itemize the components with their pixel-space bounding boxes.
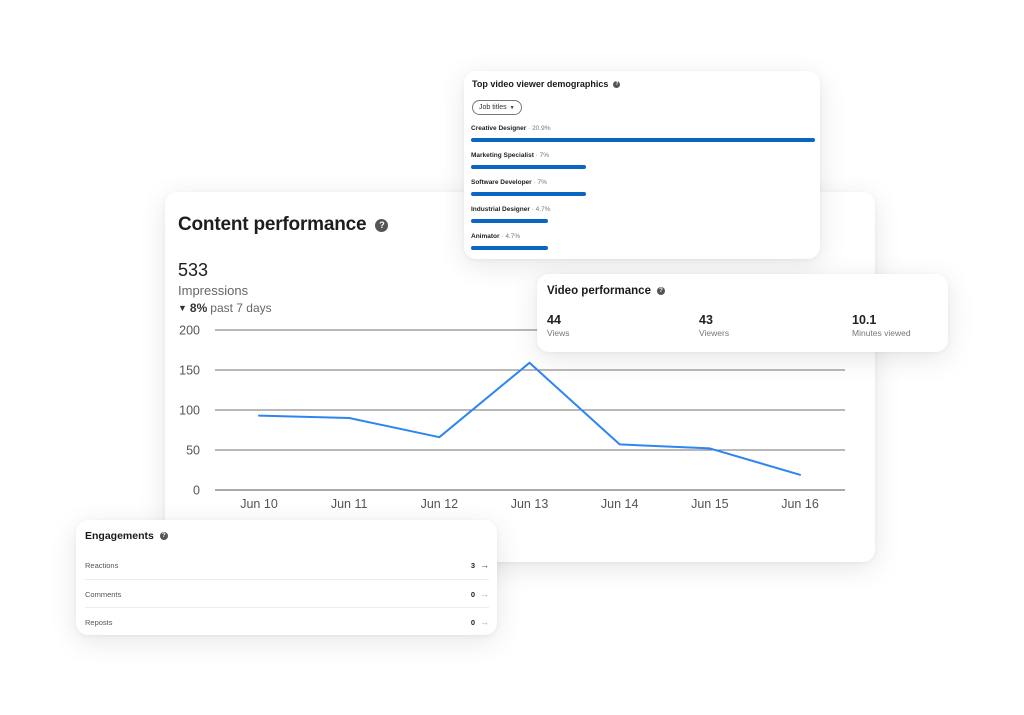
comments-row[interactable]: Comments 0 → xyxy=(85,579,489,608)
demographic-name: Marketing Specialist xyxy=(471,152,534,159)
demographic-label: Animator · 4.7% xyxy=(471,233,816,240)
x-tick-label: Jun 11 xyxy=(331,497,368,511)
y-tick-label: 150 xyxy=(179,364,200,378)
demographic-row: Animator · 4.7% xyxy=(471,233,816,250)
x-tick-label: Jun 16 xyxy=(781,497,819,511)
engagements-card: Engagements ? Reactions 3 → Comments 0 →… xyxy=(76,520,497,635)
y-tick-label: 100 xyxy=(179,404,200,418)
x-tick-label: Jun 14 xyxy=(601,497,639,511)
x-tick-label: Jun 15 xyxy=(691,497,729,511)
video-performance-card: Video performance ? 44 Views 43 Viewers … xyxy=(537,274,948,352)
demographic-name: Animator xyxy=(471,233,500,240)
demographic-label: Creative Designer · 20.9% xyxy=(471,125,816,132)
demographic-label: Software Developer · 7% xyxy=(471,179,816,186)
demographics-title: Top video viewer demographics xyxy=(472,79,609,89)
demographic-name: Creative Designer xyxy=(471,125,527,132)
demographic-label: Marketing Specialist · 7% xyxy=(471,152,816,159)
demographic-percent: 4.7% xyxy=(505,233,521,240)
reposts-count: 0 xyxy=(470,617,475,627)
arrow-right-icon[interactable]: → xyxy=(480,560,489,570)
views-stat: 44 Views xyxy=(547,313,570,338)
comments-count: 0 xyxy=(470,589,475,599)
arrow-right-icon[interactable]: → xyxy=(480,589,489,599)
comments-label: Comments xyxy=(85,589,122,599)
viewers-label: Viewers xyxy=(699,328,730,338)
viewers-stat: 43 Viewers xyxy=(699,313,729,338)
demographic-percent: 20.9% xyxy=(532,125,551,132)
demographic-bar xyxy=(471,138,815,142)
demographic-row: Software Developer · 7% xyxy=(471,179,816,196)
reposts-row[interactable]: Reposts 0 → xyxy=(85,607,489,636)
video-performance-header: Video performance ? xyxy=(547,285,665,297)
demographic-percent: 7% xyxy=(537,179,547,186)
x-tick-label: Jun 10 xyxy=(240,497,278,511)
demographic-row: Industrial Designer · 4.7% xyxy=(471,206,816,223)
views-label: Views xyxy=(547,328,570,338)
reactions-count: 3 xyxy=(470,560,475,570)
help-circle-icon[interactable]: ? xyxy=(159,532,168,540)
demographic-row: Creative Designer · 20.9% xyxy=(471,125,816,142)
help-circle-icon[interactable]: ? xyxy=(656,287,665,295)
demographic-percent: 4.7% xyxy=(535,206,551,213)
demographic-bar xyxy=(471,165,587,169)
demographics-header: Top video viewer demographics ? xyxy=(472,79,621,89)
y-tick-label: 50 xyxy=(186,444,200,458)
help-circle-icon[interactable]: ? xyxy=(613,80,621,88)
reactions-row[interactable]: Reactions 3 → xyxy=(85,551,489,579)
video-performance-title: Video performance xyxy=(547,285,651,297)
reactions-count-group: 3 → xyxy=(471,560,489,570)
demographic-bar xyxy=(471,192,587,196)
minutes-viewed-stat: 10.1 Minutes viewed xyxy=(852,313,911,338)
engagements-header: Engagements ? xyxy=(85,530,168,542)
reposts-label: Reposts xyxy=(85,617,113,627)
arrow-right-icon[interactable]: → xyxy=(480,617,489,627)
demographic-name: Industrial Designer xyxy=(471,206,530,213)
demographic-bar xyxy=(471,246,549,250)
comments-count-group: 0 → xyxy=(471,589,489,599)
job-titles-dropdown-label: Job titles xyxy=(479,104,507,111)
caret-down-icon: ▼ xyxy=(509,104,515,111)
x-tick-label: Jun 12 xyxy=(421,497,459,511)
views-value: 44 xyxy=(547,313,561,327)
demographic-name: Software Developer xyxy=(471,179,532,186)
minutes-viewed-value: 10.1 xyxy=(852,313,877,327)
minutes-viewed-label: Minutes viewed xyxy=(852,328,911,338)
viewers-value: 43 xyxy=(699,313,713,327)
job-titles-dropdown[interactable]: Job titles ▼ xyxy=(472,100,522,115)
y-tick-label: 0 xyxy=(193,484,200,498)
y-tick-label: 200 xyxy=(179,324,200,338)
demographics-card: Top video viewer demographics ? Job titl… xyxy=(464,71,820,259)
reposts-count-group: 0 → xyxy=(471,617,489,627)
impressions-series-line xyxy=(258,361,801,476)
engagements-title: Engagements xyxy=(85,530,154,542)
reactions-label: Reactions xyxy=(85,560,119,570)
demographic-row: Marketing Specialist · 7% xyxy=(471,152,816,169)
demographic-percent: 7% xyxy=(539,152,550,159)
demographic-bar xyxy=(471,219,549,223)
x-tick-label: Jun 13 xyxy=(511,497,549,511)
demographic-label: Industrial Designer · 4.7% xyxy=(471,206,816,213)
